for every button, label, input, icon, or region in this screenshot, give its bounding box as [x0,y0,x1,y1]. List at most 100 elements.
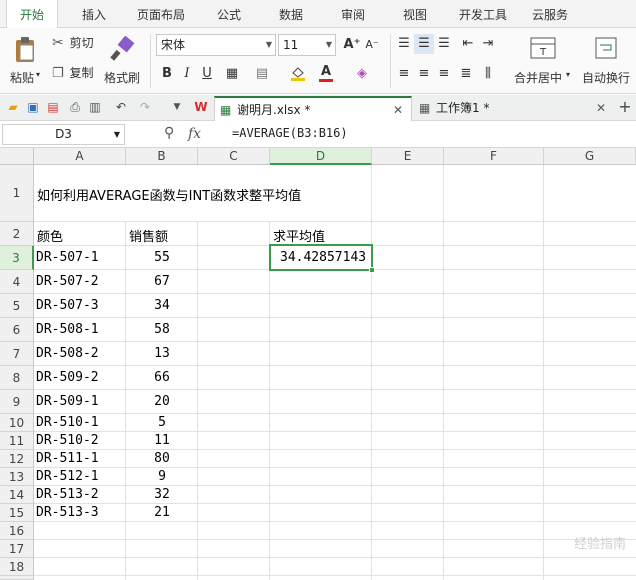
cell-b-sales[interactable]: 66 [126,370,198,385]
row-header-13[interactable]: 13 [0,468,34,486]
cell-d2-header[interactable]: 求平均值 [273,226,325,245]
row-header-6[interactable]: 6 [0,318,34,342]
cell-b-sales[interactable]: 55 [126,250,198,265]
column-header-a[interactable]: A [34,148,126,165]
grow-font-button[interactable]: A⁺ [342,35,362,55]
cell-a1-title[interactable]: 如何利用AVERAGE函数与INT函数求整平均值 [37,185,301,204]
tab-home[interactable]: 开始 [6,0,58,29]
fill-handle[interactable] [369,267,375,273]
cell-b-sales[interactable]: 13 [126,346,198,361]
undo-icon[interactable]: ↶ [112,98,130,116]
cell-a-color[interactable]: DR-507-3 [36,298,99,313]
distributed-icon[interactable]: ⫼ [478,64,498,84]
cell-b-sales[interactable]: 11 [126,433,198,448]
cell-a-color[interactable]: DR-512-1 [36,469,99,484]
cell-b-sales[interactable]: 20 [126,394,198,409]
doc-tab-active[interactable]: ▦ 谢明月.xlsx * ✕ [214,96,412,121]
redo-icon[interactable]: ↷ [136,98,154,116]
cell-a-color[interactable]: DR-510-2 [36,433,99,448]
align-center-icon[interactable]: ≡ [414,64,434,84]
tab-developer[interactable]: 开发工具 [452,0,514,28]
align-top-icon[interactable]: ☰ [394,34,414,54]
fill-pattern-icon[interactable]: ▤ [252,64,272,84]
column-header-b[interactable]: B [126,148,198,165]
cell-b-sales[interactable]: 21 [126,505,198,520]
italic-button[interactable]: I [177,64,197,84]
decrease-indent-icon[interactable]: ⇤ [458,34,478,54]
cell-a-color[interactable]: DR-507-2 [36,274,99,289]
row-header-11[interactable]: 11 [0,432,34,450]
row-header-4[interactable]: 4 [0,270,34,294]
cell-b-sales[interactable]: 9 [126,469,198,484]
column-header-f[interactable]: F [444,148,544,165]
row-header-3[interactable]: 3 [0,246,34,270]
format-painter-button[interactable]: 格式刷 [104,34,144,88]
tab-cloud[interactable]: 云服务 [524,0,576,28]
borders-icon[interactable]: ▦ [222,64,242,84]
pdf-icon[interactable]: ▤ [44,98,62,116]
cell-d3-value[interactable]: 34.42857143 [280,250,366,265]
row-header-18[interactable]: 18 [0,558,34,576]
name-box[interactable]: D3 ▼ [2,124,125,145]
close-icon[interactable]: ✕ [393,98,403,122]
tab-page-layout[interactable]: 页面布局 [130,0,192,28]
merge-center-button[interactable]: T 合并居中 ▾ [512,34,574,88]
cell-b-sales[interactable]: 34 [126,298,198,313]
underline-button[interactable]: U [197,64,217,84]
clear-format-icon[interactable]: ◈ [352,64,372,84]
align-bottom-icon[interactable]: ☰ [434,34,454,54]
cell-b2-header[interactable]: 销售额 [129,226,168,245]
row-header-1[interactable]: 1 [0,165,34,222]
save-icon[interactable]: ▣ [24,98,42,116]
tab-formulas[interactable]: 公式 [204,0,254,28]
bold-button[interactable]: B [157,64,177,84]
tab-insert[interactable]: 插入 [68,0,120,28]
tab-review[interactable]: 审阅 [328,0,378,28]
cell-b-sales[interactable]: 32 [126,487,198,502]
font-size-select[interactable]: 11 ▼ [278,34,336,56]
column-header-e[interactable]: E [372,148,444,165]
cell-a2-header[interactable]: 颜色 [37,226,63,245]
row-header-15[interactable]: 15 [0,504,34,522]
cell-a-color[interactable]: DR-508-1 [36,322,99,337]
cell-a-color[interactable]: DR-513-2 [36,487,99,502]
fill-color-icon[interactable] [288,64,308,84]
row-header-5[interactable]: 5 [0,294,34,318]
customize-dropdown-icon[interactable]: ▼ [168,98,186,116]
row-header-14[interactable]: 14 [0,486,34,504]
cut-button[interactable]: ✂ 剪切 [52,34,94,51]
formula-input[interactable]: =AVERAGE(B3:B16) [232,126,348,140]
open-folder-icon[interactable]: ▰ [4,98,22,116]
cell-a-color[interactable]: DR-507-1 [36,250,99,265]
wrap-text-button[interactable]: 自动换行 [580,34,634,88]
increase-indent-icon[interactable]: ⇥ [478,34,498,54]
cell-a-color[interactable]: DR-513-3 [36,505,99,520]
cell-b-sales[interactable]: 67 [126,274,198,289]
justify-icon[interactable]: ≣ [456,64,476,84]
paste-button[interactable]: 粘贴 ▾ [8,34,44,88]
align-left-icon[interactable]: ≡ [394,64,414,84]
cell-b-sales[interactable]: 80 [126,451,198,466]
row-header-8[interactable]: 8 [0,366,34,390]
new-tab-icon[interactable]: + [616,98,634,116]
cell-a-color[interactable]: DR-508-2 [36,346,99,361]
column-header-d[interactable]: D [270,148,372,165]
row-header-16[interactable]: 16 [0,522,34,540]
row-header-10[interactable]: 10 [0,414,34,432]
align-middle-icon[interactable]: ☰ [414,34,434,54]
row-header-19[interactable]: 19 [0,576,34,580]
print-preview-icon[interactable]: ▥ [86,98,104,116]
column-header-c[interactable]: C [198,148,270,165]
cell-b-sales[interactable]: 58 [126,322,198,337]
close-icon[interactable]: ✕ [596,96,606,120]
tab-view[interactable]: 视图 [390,0,440,28]
cell-b-sales[interactable]: 5 [126,415,198,430]
align-right-icon[interactable]: ≡ [434,64,454,84]
row-header-7[interactable]: 7 [0,342,34,366]
cell-a-color[interactable]: DR-511-1 [36,451,99,466]
spreadsheet-grid[interactable]: A B C D E F G 1 2 3 4 5 6 7 8 9 10 11 12… [0,148,636,580]
zoom-search-icon[interactable]: ⚲ [164,125,174,141]
wps-logo-icon[interactable]: W [192,98,210,116]
cell-a-color[interactable]: DR-509-1 [36,394,99,409]
column-header-g[interactable]: G [544,148,636,165]
